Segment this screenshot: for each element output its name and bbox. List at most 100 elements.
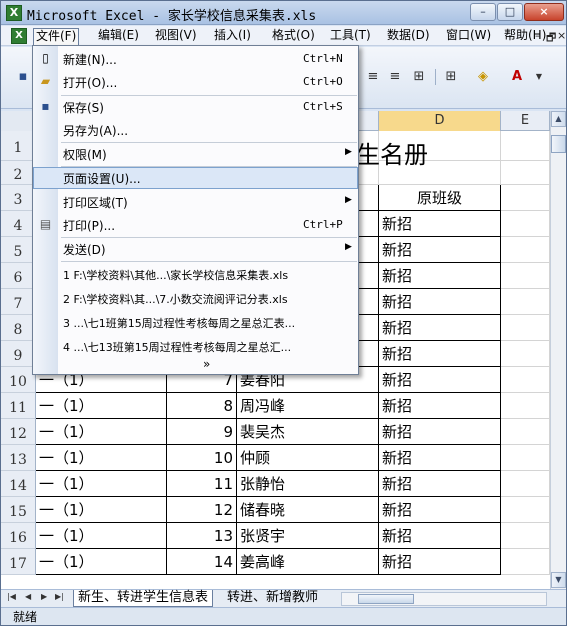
scroll-down-icon[interactable]: ▼ — [551, 572, 566, 588]
cell-d[interactable]: 新招 — [379, 419, 501, 445]
menu-item-print[interactable]: ▤ 打印(P)... Ctrl+P — [33, 214, 358, 236]
doc-close-icon[interactable]: – — [535, 29, 541, 42]
font-color-dropdown-icon[interactable]: ▼ — [531, 69, 547, 85]
recent-file-3[interactable]: 3 ...\七1班第15周过程性考核每周之星总汇表... — [63, 315, 295, 331]
cell-e[interactable] — [501, 237, 550, 263]
prev-sheet-icon[interactable]: ◀ — [25, 592, 31, 601]
cell-d[interactable]: 新招 — [379, 315, 501, 341]
cell-c[interactable]: 储春晓 — [237, 497, 379, 523]
cell-a[interactable]: 一（1） — [36, 393, 167, 419]
cell-e[interactable] — [501, 445, 550, 471]
cell-e[interactable] — [501, 185, 550, 211]
menu-window[interactable]: 窗口(W) — [444, 28, 493, 45]
cell-c[interactable]: 张贤宇 — [237, 523, 379, 549]
cell-e[interactable] — [501, 419, 550, 445]
menu-item-permission[interactable]: 权限(M) ▶ — [33, 143, 358, 165]
column-header-e[interactable]: E — [501, 111, 550, 131]
excel-app-icon[interactable]: X — [6, 5, 22, 21]
workbook-icon[interactable]: X — [11, 28, 27, 44]
cell-b[interactable]: 11 — [167, 471, 237, 497]
cell-c[interactable]: 姜高峰 — [237, 549, 379, 575]
menu-view[interactable]: 视图(V) — [153, 28, 199, 45]
menu-item-open[interactable]: ▰ 打开(O)... Ctrl+O — [33, 71, 358, 93]
menu-data[interactable]: 数据(D) — [385, 28, 432, 45]
cell-d[interactable]: 新招 — [379, 211, 501, 237]
recent-file-2[interactable]: 2 F:\学校资料\其...\7.小数交流阅评记分表.xls — [63, 291, 288, 307]
cell-c[interactable]: 张静怡 — [237, 471, 379, 497]
row-header[interactable]: 8 — [1, 315, 36, 341]
cell-e[interactable] — [501, 211, 550, 237]
cell-d[interactable]: 新招 — [379, 289, 501, 315]
horizontal-scrollbar[interactable] — [341, 592, 547, 606]
cell-e[interactable] — [501, 393, 550, 419]
cell-e[interactable] — [501, 315, 550, 341]
menu-format[interactable]: 格式(O) — [270, 28, 317, 45]
cell-e[interactable] — [501, 367, 550, 393]
row-header[interactable]: 10 — [1, 367, 36, 393]
close-button[interactable]: × — [524, 3, 564, 21]
row-header[interactable]: 12 — [1, 419, 36, 445]
cell-e[interactable] — [501, 131, 550, 161]
row-header[interactable]: 7 — [1, 289, 36, 315]
cell-a[interactable]: 一（1） — [36, 445, 167, 471]
row-header[interactable]: 3 — [1, 185, 36, 211]
borders-icon[interactable]: ⊞ — [443, 69, 459, 85]
menu-item-new[interactable]: ▯ 新建(N)... Ctrl+N — [33, 48, 358, 70]
expand-menu-chevron-icon[interactable]: » — [203, 357, 210, 371]
cell-d[interactable]: 原班级 — [379, 185, 501, 211]
cell-a[interactable]: 一（1） — [36, 523, 167, 549]
sheet-tab-teachers[interactable]: 转进、新增教师 — [223, 590, 335, 607]
cell-a[interactable]: 一（1） — [36, 471, 167, 497]
select-all-corner[interactable] — [1, 111, 36, 131]
align-right-icon[interactable]: ≡ — [387, 69, 403, 85]
sheet-title-cell[interactable]: 生名册 — [356, 135, 428, 170]
cell-b[interactable]: 13 — [167, 523, 237, 549]
vertical-scroll-thumb[interactable] — [551, 135, 566, 153]
doc-restore-icon[interactable]: 🗗 — [546, 29, 556, 48]
menu-help[interactable]: 帮助(H) — [502, 28, 548, 45]
font-color-icon[interactable]: A — [509, 69, 525, 85]
save-toolbar-icon[interactable]: ▪ — [15, 69, 31, 85]
row-header[interactable]: 11 — [1, 393, 36, 419]
cell-d[interactable]: 新招 — [379, 237, 501, 263]
menu-item-save-as[interactable]: 另存为(A)... — [33, 119, 358, 141]
scroll-up-icon[interactable]: ▲ — [551, 111, 566, 127]
horizontal-scroll-thumb[interactable] — [358, 594, 414, 604]
next-sheet-icon[interactable]: ▶ — [41, 592, 47, 601]
cell-c[interactable]: 周冯峰 — [237, 393, 379, 419]
row-header[interactable]: 14 — [1, 471, 36, 497]
cell-e[interactable] — [501, 471, 550, 497]
cell-d[interactable]: 新招 — [379, 497, 501, 523]
recent-file-1[interactable]: 1 F:\学校资料\其他...\家长学校信息采集表.xls — [63, 267, 288, 283]
row-header[interactable]: 16 — [1, 523, 36, 549]
row-header[interactable]: 4 — [1, 211, 36, 237]
row-header[interactable]: 13 — [1, 445, 36, 471]
cell-b[interactable]: 10 — [167, 445, 237, 471]
cell-e[interactable] — [501, 549, 550, 575]
menu-item-page-setup[interactable]: 页面设置(U)... — [33, 167, 358, 189]
menu-tools[interactable]: 工具(T) — [328, 28, 373, 45]
cell-e[interactable] — [501, 161, 550, 185]
row-header[interactable]: 6 — [1, 263, 36, 289]
menu-item-save[interactable]: ▪ 保存(S) Ctrl+S — [33, 96, 358, 118]
menu-item-send[interactable]: 发送(D) ▶ — [33, 238, 358, 260]
recent-file-4[interactable]: 4 ...\七13班第15周过程性考核每周之星总汇... — [63, 339, 291, 355]
merge-center-icon[interactable]: ⊞ — [411, 69, 427, 85]
cell-b[interactable]: 12 — [167, 497, 237, 523]
cell-a[interactable]: 一（1） — [36, 549, 167, 575]
row-header[interactable]: 9 — [1, 341, 36, 367]
align-center-icon[interactable]: ≡ — [365, 69, 381, 85]
cell-e[interactable] — [501, 289, 550, 315]
cell-b[interactable]: 8 — [167, 393, 237, 419]
cell-c[interactable]: 仲顾 — [237, 445, 379, 471]
first-sheet-icon[interactable]: |◀ — [7, 592, 16, 601]
cell-d[interactable]: 新招 — [379, 341, 501, 367]
cell-d[interactable]: 新招 — [379, 445, 501, 471]
menu-insert[interactable]: 插入(I) — [212, 28, 253, 45]
last-sheet-icon[interactable]: ▶| — [55, 592, 64, 601]
cell-b[interactable]: 14 — [167, 549, 237, 575]
doc-close-x-icon[interactable]: × — [557, 29, 566, 42]
cell-a[interactable]: 一（1） — [36, 419, 167, 445]
cell-e[interactable] — [501, 263, 550, 289]
sheet-tab-new-students[interactable]: 新生、转进学生信息表 — [73, 590, 214, 607]
